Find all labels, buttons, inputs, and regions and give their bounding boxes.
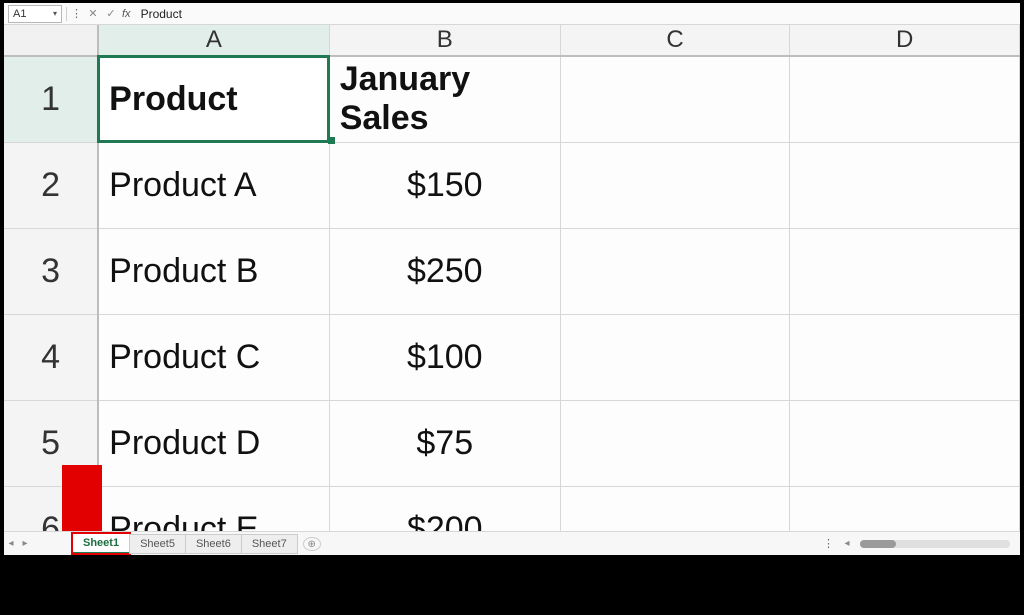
fill-handle[interactable] xyxy=(328,137,335,144)
h-scroll-left[interactable]: ◂ xyxy=(840,538,854,549)
sheet-tab-sheet6[interactable]: Sheet6 xyxy=(185,534,242,554)
sheet-tabs-bar: ◂ ▸ Sheet1 Sheet5 Sheet6 Sheet7 ⊕ ⋮ ◂ xyxy=(4,531,1020,555)
cell-a2[interactable]: Product A xyxy=(98,142,329,228)
cell-b6[interactable]: $200 xyxy=(329,486,560,531)
chevron-down-icon: ▾ xyxy=(53,9,57,18)
formula-bar-input[interactable]: Product xyxy=(135,7,1020,21)
scrollbar-thumb[interactable] xyxy=(860,540,896,548)
select-all-corner[interactable] xyxy=(4,25,98,56)
cell-d3[interactable] xyxy=(790,228,1020,314)
cell-b2[interactable]: $150 xyxy=(329,142,560,228)
tab-prev-button[interactable]: ◂ xyxy=(4,538,18,549)
tab-next-button[interactable]: ▸ xyxy=(18,538,32,549)
cell-c3[interactable] xyxy=(560,228,790,314)
cell-d1[interactable] xyxy=(790,56,1020,142)
sheet-tab-sheet5[interactable]: Sheet5 xyxy=(129,534,186,554)
cell-c2[interactable] xyxy=(560,142,790,228)
cell-c4[interactable] xyxy=(560,314,790,400)
row-header-5[interactable]: 5 xyxy=(4,400,98,486)
cell-c6[interactable] xyxy=(560,486,790,531)
spreadsheet-grid[interactable]: A B C D 1 Product January Sales 2 Produc… xyxy=(4,25,1020,531)
cell-a6[interactable]: Product E xyxy=(98,486,329,531)
cell-c1[interactable] xyxy=(560,56,790,142)
column-header-b[interactable]: B xyxy=(329,25,560,56)
row-header-2[interactable]: 2 xyxy=(4,142,98,228)
cell-b1[interactable]: January Sales xyxy=(329,56,560,142)
tabs-menu-dots-icon[interactable]: ⋮ xyxy=(823,537,834,550)
name-box[interactable]: A1 ▾ xyxy=(8,5,62,23)
cell-b4[interactable]: $100 xyxy=(329,314,560,400)
row-header-6[interactable]: 6 xyxy=(4,486,98,531)
column-header-a[interactable]: A xyxy=(98,25,329,56)
divider xyxy=(66,7,67,21)
cell-d5[interactable] xyxy=(790,400,1020,486)
name-box-value: A1 xyxy=(13,8,26,20)
cell-a1[interactable]: Product xyxy=(98,56,329,142)
formula-bar: A1 ▾ ⋮ ✕ ✓ fx Product xyxy=(4,3,1020,25)
cell-c5[interactable] xyxy=(560,400,790,486)
cell-d4[interactable] xyxy=(790,314,1020,400)
cell-b5[interactable]: $75 xyxy=(329,400,560,486)
grid-area: A B C D 1 Product January Sales 2 Produc… xyxy=(4,25,1020,531)
cell-b3[interactable]: $250 xyxy=(329,228,560,314)
column-header-c[interactable]: C xyxy=(560,25,790,56)
enter-button[interactable]: ✓ xyxy=(104,7,118,20)
fx-icon[interactable]: fx xyxy=(122,8,131,20)
cell-d6[interactable] xyxy=(790,486,1020,531)
column-header-d[interactable]: D xyxy=(790,25,1020,56)
bottom-black-bar xyxy=(4,555,1020,611)
excel-window: A1 ▾ ⋮ ✕ ✓ fx Product A B C D 1 Product … xyxy=(0,0,1024,615)
new-sheet-button[interactable]: ⊕ xyxy=(303,537,321,551)
row-header-3[interactable]: 3 xyxy=(4,228,98,314)
horizontal-scrollbar[interactable] xyxy=(860,540,1010,548)
cell-a3[interactable]: Product B xyxy=(98,228,329,314)
sheet-tab-sheet1[interactable]: Sheet1 xyxy=(72,533,130,554)
row-header-1[interactable]: 1 xyxy=(4,56,98,142)
row-header-4[interactable]: 4 xyxy=(4,314,98,400)
cancel-button[interactable]: ✕ xyxy=(86,7,100,20)
cell-d2[interactable] xyxy=(790,142,1020,228)
cell-a4[interactable]: Product C xyxy=(98,314,329,400)
cell-a5[interactable]: Product D xyxy=(98,400,329,486)
sheet-tab-sheet7[interactable]: Sheet7 xyxy=(241,534,298,554)
menu-dots-icon[interactable]: ⋮ xyxy=(71,7,82,20)
